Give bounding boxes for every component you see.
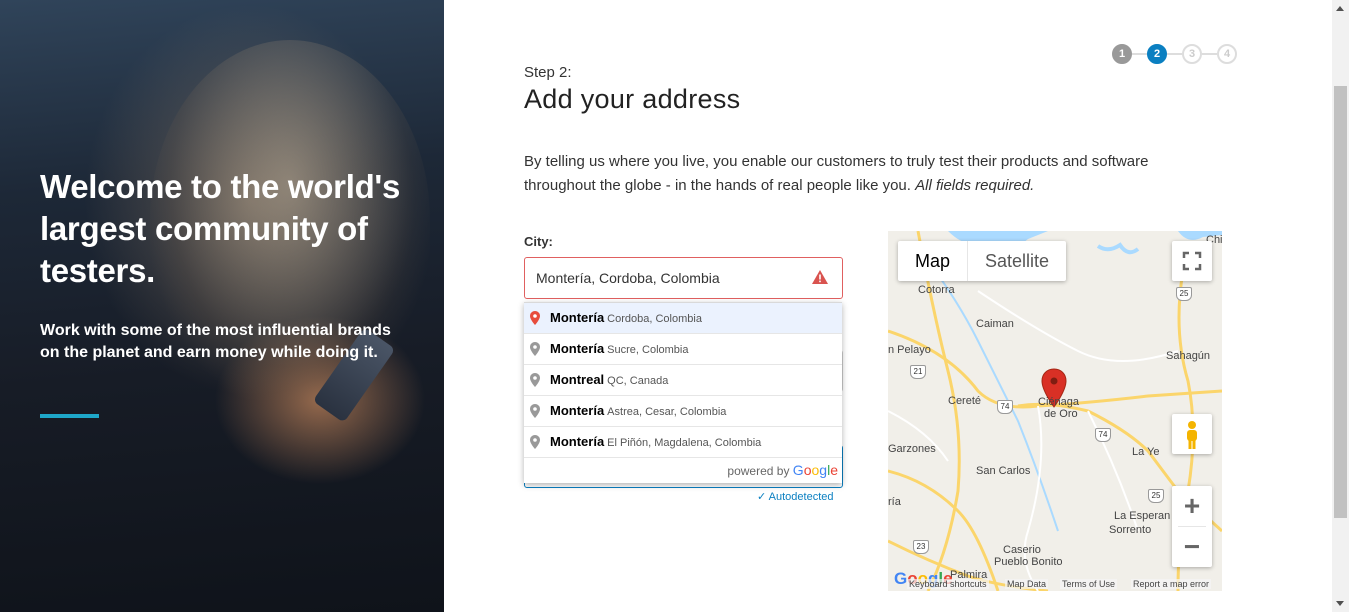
map-pin-icon bbox=[530, 311, 540, 325]
map-label: Sorrento bbox=[1109, 524, 1152, 536]
suggestion-main: Montería bbox=[550, 434, 605, 449]
map-pin-icon bbox=[530, 435, 540, 449]
map-type-satellite-button[interactable]: Satellite bbox=[968, 241, 1066, 281]
warning-icon bbox=[812, 270, 828, 284]
route-shield: 23 bbox=[913, 540, 929, 554]
map-label: Cereté bbox=[948, 395, 982, 407]
hero-accent-rule bbox=[40, 414, 99, 418]
suggestion-item[interactable]: Montería Cordoba, Colombia bbox=[524, 303, 842, 334]
map-data-link[interactable]: Map Data bbox=[1005, 579, 1049, 589]
route-shield: 25 bbox=[1176, 287, 1192, 301]
map-label: Sahagún bbox=[1166, 350, 1211, 362]
google-logo: Google bbox=[792, 462, 838, 478]
scroll-thumb[interactable] bbox=[1334, 86, 1347, 518]
zoom-control: + − bbox=[1172, 486, 1212, 567]
hero-panel: Welcome to the world's largest community… bbox=[0, 0, 444, 612]
page-scrollbar[interactable] bbox=[1332, 0, 1349, 612]
suggestion-item[interactable]: Montería El Piñón, Magdalena, Colombia bbox=[524, 427, 842, 458]
map-label: Pueblo Bonito bbox=[994, 556, 1063, 568]
fullscreen-button[interactable] bbox=[1172, 241, 1212, 281]
step-connector bbox=[1132, 53, 1147, 55]
city-input[interactable]: Montería, Cordoba, Colombia bbox=[524, 257, 843, 299]
map-footer: Keyboard shortcuts Map Data Terms of Use… bbox=[888, 577, 1222, 591]
autodetected-note: ✓ Autodetected bbox=[757, 491, 834, 503]
step-connector bbox=[1167, 53, 1182, 55]
hero-subtitle: Work with some of the most influential b… bbox=[40, 322, 391, 361]
map-pin-icon bbox=[530, 404, 540, 418]
suggestion-item[interactable]: Montería Astrea, Cesar, Colombia bbox=[524, 396, 842, 427]
suggestion-secondary: Cordoba, Colombia bbox=[607, 313, 702, 325]
suggestion-item[interactable]: Montreal QC, Canada bbox=[524, 365, 842, 396]
map-label: de Oro bbox=[1044, 408, 1078, 420]
suggestion-main: Montería bbox=[550, 341, 605, 356]
route-shield: 74 bbox=[1095, 428, 1111, 442]
suggestion-main: Montería bbox=[550, 403, 605, 418]
street-view-button[interactable] bbox=[1172, 414, 1212, 454]
step-1: 1 bbox=[1112, 44, 1132, 64]
keyboard-shortcuts-link[interactable]: Keyboard shortcuts bbox=[907, 579, 989, 589]
suggestion-secondary: Sucre, Colombia bbox=[607, 344, 689, 356]
step-connector bbox=[1202, 53, 1217, 55]
page-title: Add your address bbox=[524, 84, 741, 114]
hero-title: Welcome to the world's largest community… bbox=[40, 168, 401, 289]
suggestion-item[interactable]: Montería Sucre, Colombia bbox=[524, 334, 842, 365]
map-label: Cotorra bbox=[918, 284, 955, 296]
form-description: By telling us where you live, you enable… bbox=[524, 150, 1214, 198]
suggestion-secondary: QC, Canada bbox=[607, 375, 669, 387]
city-label: City: bbox=[524, 234, 553, 249]
map-label: San Carlos bbox=[976, 465, 1031, 477]
city-autocomplete-dropdown: Montería Cordoba, Colombia Montería Sucre,… bbox=[524, 302, 842, 483]
report-map-error-link[interactable]: Report a map error bbox=[1131, 579, 1212, 589]
map-label: Caiman bbox=[976, 318, 1014, 330]
map-label: n Pelayo bbox=[888, 344, 931, 356]
step-2: 2 bbox=[1147, 44, 1167, 64]
zoom-in-button[interactable]: + bbox=[1172, 486, 1212, 526]
required-note: All fields required. bbox=[915, 177, 1035, 194]
map-type-control: Map Satellite bbox=[898, 241, 1067, 281]
map-type-map-button[interactable]: Map bbox=[898, 241, 969, 281]
map-pin-icon bbox=[530, 373, 540, 387]
suggestion-main: Montreal bbox=[550, 372, 605, 387]
scroll-up-arrow[interactable] bbox=[1336, 6, 1344, 11]
powered-by-text: powered by bbox=[727, 464, 790, 478]
route-shield: 25 bbox=[1148, 489, 1164, 503]
map-label: La Ye bbox=[1132, 446, 1160, 458]
map-label: Caserio bbox=[1003, 544, 1041, 556]
powered-by-google: powered by Google bbox=[524, 458, 842, 483]
map-pin-icon bbox=[530, 342, 540, 356]
suggestion-main: Montería bbox=[550, 310, 605, 325]
suggestion-secondary: Astrea, Cesar, Colombia bbox=[607, 406, 727, 418]
step-4: 4 bbox=[1217, 44, 1237, 64]
map-label: Ciénaga bbox=[1038, 396, 1079, 408]
route-shield: 21 bbox=[910, 365, 926, 379]
map-label: La Esperan bbox=[1114, 510, 1171, 522]
step-label: Step 2: bbox=[524, 64, 572, 81]
description-text: By telling us where you live, you enable… bbox=[524, 153, 1149, 194]
fullscreen-icon bbox=[1182, 251, 1202, 271]
terms-of-use-link[interactable]: Terms of Use bbox=[1060, 579, 1118, 589]
route-shield: 74 bbox=[997, 400, 1013, 414]
scroll-down-arrow[interactable] bbox=[1336, 601, 1344, 606]
zoom-out-button[interactable]: − bbox=[1172, 527, 1212, 567]
suggestion-secondary: El Piñón, Magdalena, Colombia bbox=[607, 437, 762, 449]
map-label: ría bbox=[888, 496, 901, 508]
map[interactable]: Cotorra Caiman n Pelayo Sahagún Cereté C… bbox=[888, 231, 1222, 591]
step-3: 3 bbox=[1182, 44, 1202, 64]
map-label: Garzones bbox=[888, 443, 936, 455]
pegman-icon bbox=[1187, 421, 1197, 449]
